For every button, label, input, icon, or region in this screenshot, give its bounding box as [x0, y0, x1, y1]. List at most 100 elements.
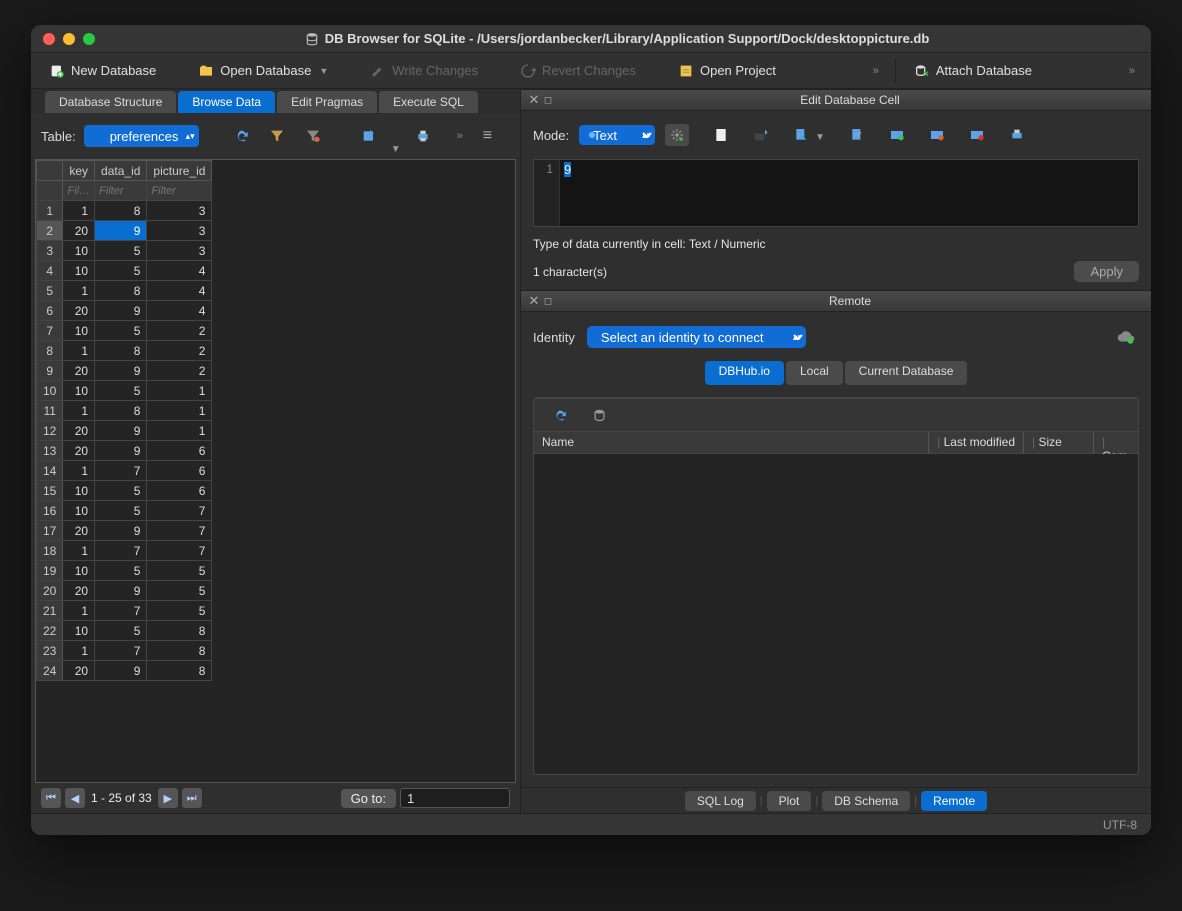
row-number[interactable]: 10 — [37, 381, 63, 401]
cell[interactable]: 1 — [63, 641, 95, 661]
cell[interactable]: 10 — [63, 501, 95, 521]
row-number[interactable]: 19 — [37, 561, 63, 581]
cell[interactable]: 5 — [147, 581, 212, 601]
cell[interactable]: 2 — [147, 341, 212, 361]
table-row[interactable]: 11181 — [37, 401, 212, 421]
cell[interactable]: 8 — [95, 281, 147, 301]
cell[interactable]: 5 — [95, 481, 147, 501]
toolbar-overflow[interactable]: » — [865, 65, 887, 77]
remote-refresh-button[interactable] — [548, 404, 570, 426]
cell[interactable]: 1 — [147, 381, 212, 401]
open-project-button[interactable]: Open Project — [668, 59, 786, 83]
table-row[interactable]: 18177 — [37, 541, 212, 561]
import-menu-chevron[interactable]: ▼ — [815, 132, 825, 143]
cell[interactable]: 9 — [95, 301, 147, 321]
row-number[interactable]: 18 — [37, 541, 63, 561]
row-number[interactable]: 22 — [37, 621, 63, 641]
table-row[interactable]: 151056 — [37, 481, 212, 501]
cell[interactable]: 20 — [63, 421, 95, 441]
hamburger-icon[interactable]: ≡ — [483, 127, 492, 145]
row-number[interactable]: 1 — [37, 201, 63, 221]
table-row[interactable]: 23178 — [37, 641, 212, 661]
cell[interactable]: 2 — [147, 321, 212, 341]
browse-toolbar-overflow[interactable]: » — [449, 130, 471, 142]
filter-input-key[interactable] — [63, 183, 94, 199]
row-number[interactable]: 16 — [37, 501, 63, 521]
column-header-data_id[interactable]: data_id — [95, 161, 147, 181]
cell[interactable]: 7 — [95, 641, 147, 661]
cell[interactable]: 7 — [147, 521, 212, 541]
row-number[interactable]: 12 — [37, 421, 63, 441]
edit-cell-delete-icon[interactable] — [969, 127, 985, 143]
cell[interactable]: 4 — [147, 261, 212, 281]
table-row[interactable]: 202095 — [37, 581, 212, 601]
toolbar-overflow-2[interactable]: » — [1121, 65, 1143, 77]
cell[interactable]: 10 — [63, 321, 95, 341]
cell[interactable]: 3 — [147, 221, 212, 241]
col-size[interactable]: | Size — [1024, 432, 1094, 453]
goto-input[interactable] — [400, 788, 510, 808]
cell[interactable]: 5 — [95, 501, 147, 521]
null-icon[interactable] — [889, 127, 905, 143]
table-row[interactable]: 221058 — [37, 621, 212, 641]
row-number[interactable]: 13 — [37, 441, 63, 461]
save-filter-button[interactable] — [299, 122, 327, 150]
new-database-button[interactable]: New Database — [39, 59, 166, 83]
row-number[interactable]: 24 — [37, 661, 63, 681]
editor-text[interactable]: 9 — [560, 160, 1138, 226]
print-button[interactable] — [409, 122, 437, 150]
row-number[interactable]: 3 — [37, 241, 63, 261]
popout-panel-icon[interactable]: ◻ — [541, 296, 555, 307]
table-row[interactable]: 8182 — [37, 341, 212, 361]
prev-page-button[interactable]: ◀ — [65, 788, 85, 808]
cell-editor[interactable]: 1 9 — [533, 159, 1139, 227]
mode-select[interactable]: Text — [579, 125, 655, 145]
row-number[interactable]: 2 — [37, 221, 63, 241]
row-number[interactable]: 15 — [37, 481, 63, 501]
cell[interactable]: 1 — [63, 201, 95, 221]
table-row[interactable]: 1183 — [37, 201, 212, 221]
filter-input-data_id[interactable] — [95, 183, 146, 199]
cell[interactable]: 1 — [63, 341, 95, 361]
cell[interactable]: 5 — [95, 321, 147, 341]
tab-structure[interactable]: Database Structure — [45, 91, 176, 113]
cell[interactable]: 4 — [147, 281, 212, 301]
cell[interactable]: 1 — [63, 541, 95, 561]
refresh-button[interactable] — [227, 122, 255, 150]
cell[interactable]: 9 — [95, 581, 147, 601]
cell[interactable]: 9 — [95, 441, 147, 461]
cell[interactable]: 10 — [63, 381, 95, 401]
table-row[interactable]: 62094 — [37, 301, 212, 321]
remote-list[interactable] — [534, 454, 1138, 774]
row-number[interactable]: 7 — [37, 321, 63, 341]
cell[interactable]: 5 — [147, 601, 212, 621]
doc-icon[interactable] — [713, 127, 729, 143]
cell[interactable]: 9 — [95, 521, 147, 541]
table-row[interactable]: 14176 — [37, 461, 212, 481]
btab-db-schema[interactable]: DB Schema — [822, 791, 910, 811]
table-row[interactable]: 31053 — [37, 241, 212, 261]
cell[interactable]: 3 — [147, 241, 212, 261]
cell[interactable]: 8 — [147, 661, 212, 681]
column-header-key[interactable]: key — [63, 161, 95, 181]
table-row[interactable]: 71052 — [37, 321, 212, 341]
cell[interactable]: 6 — [147, 481, 212, 501]
table-row[interactable]: 41054 — [37, 261, 212, 281]
cell[interactable]: 10 — [63, 481, 95, 501]
cell[interactable]: 5 — [95, 381, 147, 401]
remote-tab-current[interactable]: Current Database — [845, 361, 968, 385]
table-row[interactable]: 122091 — [37, 421, 212, 441]
row-number[interactable]: 17 — [37, 521, 63, 541]
cell[interactable]: 6 — [147, 461, 212, 481]
table-row[interactable]: 242098 — [37, 661, 212, 681]
close-window[interactable] — [43, 33, 55, 45]
cell[interactable]: 3 — [147, 201, 212, 221]
cell[interactable]: 1 — [63, 401, 95, 421]
cell[interactable]: 5 — [147, 561, 212, 581]
cell[interactable]: 1 — [63, 281, 95, 301]
cell[interactable]: 8 — [147, 621, 212, 641]
table-select[interactable]: preferences — [84, 125, 199, 147]
remote-tab-local[interactable]: Local — [786, 361, 843, 385]
cell[interactable]: 20 — [63, 221, 95, 241]
btab-plot[interactable]: Plot — [767, 791, 812, 811]
